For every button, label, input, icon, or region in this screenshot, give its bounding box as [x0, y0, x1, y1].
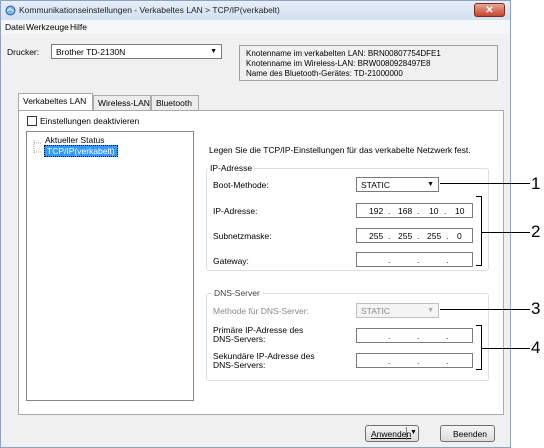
- split-divider: [406, 427, 407, 440]
- tree-lines-icon: [33, 140, 41, 154]
- callout-bracket-2-bottom: [476, 265, 482, 266]
- chevron-down-icon: ▼: [427, 181, 434, 188]
- gateway-label: Gateway:: [213, 256, 249, 266]
- printer-select[interactable]: Brother TD-2130N ▼: [51, 44, 222, 59]
- ip-dot: .: [417, 206, 420, 216]
- callout-bracket-2: [481, 196, 482, 266]
- dns-dot: .: [388, 331, 391, 341]
- dialog-window: Kommunikationseinstellungen - Verkabelte…: [0, 0, 511, 448]
- subnet-dot: .: [388, 231, 391, 241]
- primary-dns-input[interactable]: . . .: [356, 328, 473, 343]
- gateway-input[interactable]: . . .: [356, 252, 473, 267]
- chevron-down-icon: ▼: [210, 48, 217, 55]
- subnet-octet-2: 255: [398, 231, 413, 241]
- callout-line-4: [481, 348, 530, 349]
- callout-bracket-2-top: [476, 196, 482, 197]
- ip-dot: .: [444, 206, 447, 216]
- ip-address-input[interactable]: 192 . 168 . 10 . 10: [356, 203, 473, 218]
- subnet-mask-label: Subnetzmaske:: [213, 231, 272, 241]
- disable-settings-label: Einstellungen deaktivieren: [40, 116, 140, 126]
- settings-tree: Aktueller Status TCP/IP(verkabelt): [26, 131, 194, 401]
- ip-octet-4: 10: [455, 206, 465, 216]
- dns-server-legend: DNS-Server: [212, 288, 262, 298]
- dns-dot: .: [417, 331, 420, 341]
- subnet-octet-4: 0: [457, 231, 462, 241]
- ip-address-label: IP-Adresse:: [213, 206, 258, 216]
- boot-method-value: STATIC: [361, 180, 390, 190]
- ip-dot: .: [388, 206, 391, 216]
- info-wireless-node: Knotenname im Wireless-LAN: BRW008092849…: [246, 59, 431, 68]
- tree-item-current-status[interactable]: Aktueller Status: [45, 135, 105, 145]
- subnet-dot: .: [417, 231, 420, 241]
- callout-number-4: 4: [531, 338, 541, 357]
- exit-button[interactable]: Beenden: [440, 425, 495, 442]
- ip-octet-1: 192: [369, 206, 384, 216]
- app-icon: [5, 5, 16, 16]
- gateway-dot: .: [417, 255, 420, 265]
- tab-wireless-lan[interactable]: Wireless-LAN: [93, 95, 151, 111]
- info-wired-node: Knotenname im verkabelten LAN: BRN008077…: [246, 49, 441, 58]
- boot-method-label: Boot-Methode:: [213, 180, 269, 190]
- close-button[interactable]: ✕: [474, 3, 505, 17]
- dns-method-value: STATIC: [361, 306, 390, 316]
- callout-number-3: 3: [531, 299, 541, 318]
- menu-bar: Datei Werkzeuge Hilfe: [1, 20, 510, 34]
- ip-address-legend: IP-Adresse: [208, 163, 255, 173]
- window-title: Kommunikationseinstellungen - Verkabelte…: [19, 5, 280, 15]
- menu-datei[interactable]: Datei: [5, 22, 25, 32]
- dns-method-select[interactable]: STATIC ▼: [356, 303, 439, 318]
- ip-octet-2: 168: [398, 206, 413, 216]
- dns-dot: .: [446, 331, 449, 341]
- menu-werkzeuge[interactable]: Werkzeuge: [26, 22, 69, 32]
- disable-settings-checkbox[interactable]: [27, 116, 37, 126]
- node-info-box: Knotenname im verkabelten LAN: BRN008077…: [239, 45, 498, 81]
- gateway-dot: .: [388, 255, 391, 265]
- ip-octet-3: 10: [429, 206, 439, 216]
- secondary-dns-label-line2: DNS-Servers:: [213, 360, 266, 370]
- callout-bracket-4-top: [476, 325, 482, 326]
- subnet-octet-1: 255: [369, 231, 384, 241]
- boot-method-select[interactable]: STATIC ▼: [356, 177, 439, 192]
- printer-label: Drucker:: [7, 47, 40, 57]
- apply-button[interactable]: Anwenden ▼: [365, 425, 419, 442]
- subnet-mask-input[interactable]: 255 . 255 . 255 . 0: [356, 228, 473, 243]
- tab-wired-lan[interactable]: Verkabeltes LAN: [18, 93, 93, 111]
- subnet-dot: .: [446, 231, 449, 241]
- tree-item-tcpip-wired[interactable]: TCP/IP(verkabelt): [44, 145, 118, 157]
- callout-number-2: 2: [531, 222, 541, 241]
- callout-number-1: 1: [531, 174, 541, 193]
- callout-line-2: [481, 232, 530, 233]
- dns-dot: .: [446, 356, 449, 366]
- secondary-dns-input[interactable]: . . .: [356, 353, 473, 368]
- callout-bracket-4-bottom: [476, 369, 482, 370]
- callout-line-3: [440, 309, 530, 310]
- dns-dot: .: [417, 356, 420, 366]
- primary-dns-label-line2: DNS-Servers:: [213, 334, 266, 344]
- tab-wired-lan-label: Verkabeltes LAN: [23, 96, 87, 106]
- description-text: Legen Sie die TCP/IP-Einstellungen für d…: [209, 145, 471, 155]
- subnet-octet-3: 255: [427, 231, 442, 241]
- tab-bluetooth[interactable]: Bluetooth: [151, 95, 199, 111]
- printer-value: Brother TD-2130N: [56, 47, 126, 57]
- chevron-down-icon[interactable]: ▼: [410, 429, 417, 436]
- chevron-down-icon: ▼: [427, 307, 434, 314]
- tab-bluetooth-label: Bluetooth: [156, 98, 192, 108]
- close-icon: ✕: [485, 5, 494, 16]
- callout-line-1: [440, 183, 530, 184]
- gateway-dot: .: [446, 255, 449, 265]
- info-bluetooth-name: Name des Bluetooth-Gerätes: TD-21000000: [246, 69, 403, 78]
- menu-hilfe[interactable]: Hilfe: [70, 22, 87, 32]
- tab-wireless-lan-label: Wireless-LAN: [98, 98, 150, 108]
- dns-dot: .: [388, 356, 391, 366]
- dns-method-label: Methode für DNS-Server:: [213, 306, 309, 316]
- title-bar: Kommunikationseinstellungen - Verkabelte…: [1, 1, 510, 21]
- exit-button-label: Beenden: [453, 429, 488, 439]
